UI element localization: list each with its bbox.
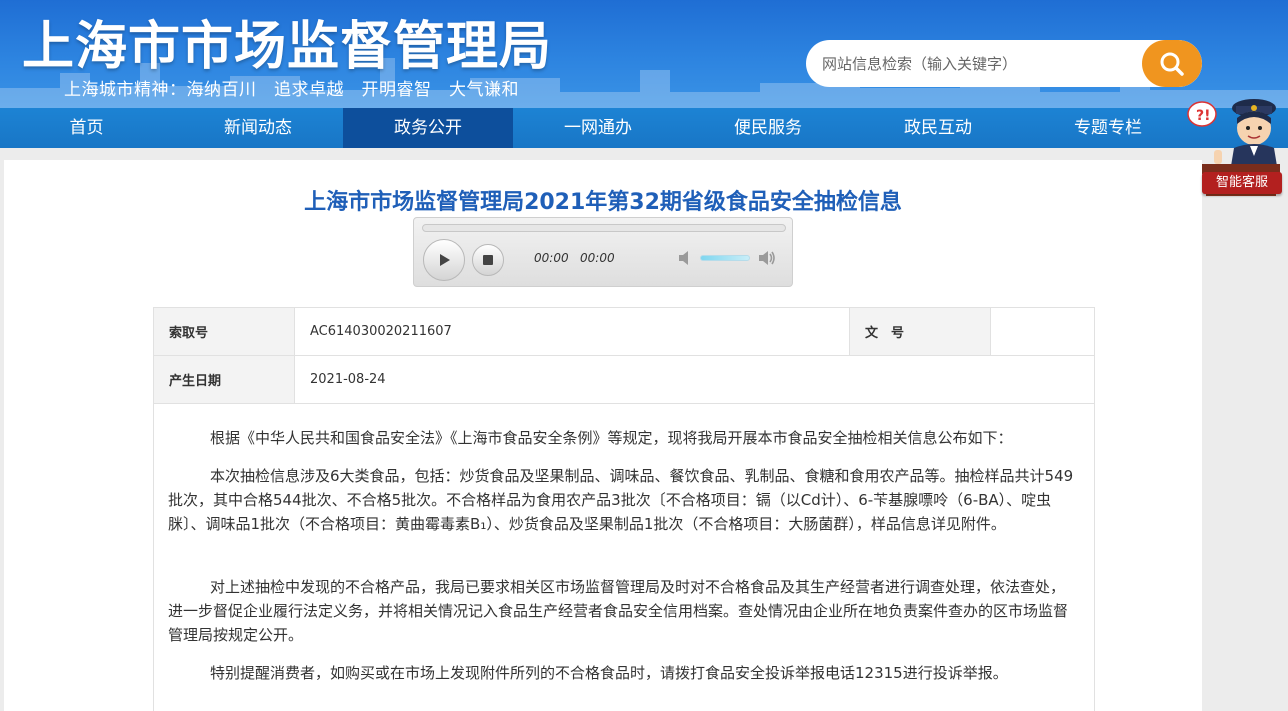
stop-icon — [483, 255, 493, 265]
body-paragraph-2: 本次抽检信息涉及6大类食品，包括：炒货食品及坚果制品、调味品、餐饮食品、乳制品、… — [168, 467, 1074, 533]
body-paragraph-1: 根据《中华人民共和国食品安全法》《上海市食品安全条例》等规定，现将我局开展本市食… — [210, 429, 1013, 447]
nav-item-services[interactable]: 便民服务 — [683, 108, 853, 148]
search-icon — [1160, 52, 1184, 76]
date-label: 产生日期 — [153, 355, 295, 404]
site-header: 上海市市场监督管理局 上海城市精神：海纳百川 追求卓越 开明睿智 大气谦和 — [0, 0, 1288, 108]
doc-number-value — [990, 307, 1095, 356]
body-paragraph-4: 特别提醒消费者，如购买或在市场上发现附件所列的不合格食品时，请拨打食品安全投诉举… — [210, 664, 1008, 682]
mute-icon[interactable] — [677, 249, 695, 267]
article-title: 上海市市场监督管理局2021年第32期省级食品安全抽检信息 — [304, 190, 902, 215]
current-time: 00:00 — [534, 251, 569, 265]
nav-item-home[interactable]: 首页 — [0, 108, 173, 148]
audio-progress-bar[interactable] — [422, 224, 786, 232]
volume-slider[interactable] — [700, 255, 750, 261]
main-nav: 首页 新闻动态 政务公开 一网通办 便民服务 政民互动 专题专栏 — [0, 108, 1288, 148]
nav-item-news[interactable]: 新闻动态 — [173, 108, 343, 148]
document-meta-table: 索取号 AC614030020211607 文 号 产生日期 2021-08-2… — [153, 307, 1095, 404]
site-title[interactable]: 上海市市场监督管理局 — [22, 4, 552, 79]
svg-text:?!: ?! — [1196, 108, 1211, 124]
search-input[interactable] — [806, 40, 1146, 87]
customer-service-label[interactable]: 智能客服 — [1202, 172, 1282, 194]
body-paragraph-3: 对上述抽检中发现的不合格产品，我局已要求相关区市场监督管理局及时对不合格食品及其… — [168, 578, 1069, 644]
date-value: 2021-08-24 — [294, 355, 1095, 404]
nav-item-one-stop[interactable]: 一网通办 — [513, 108, 683, 148]
search-box — [806, 40, 1202, 87]
index-number-value: AC614030020211607 — [294, 307, 850, 356]
index-number-label: 索取号 — [153, 307, 295, 356]
nav-item-topics[interactable]: 专题专栏 — [1023, 108, 1193, 148]
play-button[interactable] — [423, 239, 465, 281]
volume-max-icon[interactable] — [757, 249, 777, 267]
nav-item-gov-affairs[interactable]: 政务公开 — [343, 108, 513, 148]
audio-player: 00:00 00:00 — [413, 217, 793, 287]
play-icon — [440, 254, 450, 266]
duration-time: 00:00 — [580, 251, 615, 265]
stop-button[interactable] — [472, 244, 504, 276]
doc-number-label: 文 号 — [849, 307, 991, 356]
nav-item-interaction[interactable]: 政民互动 — [853, 108, 1023, 148]
site-slogan: 上海城市精神：海纳百川 追求卓越 开明睿智 大气谦和 — [64, 80, 519, 100]
search-button[interactable] — [1142, 40, 1202, 87]
